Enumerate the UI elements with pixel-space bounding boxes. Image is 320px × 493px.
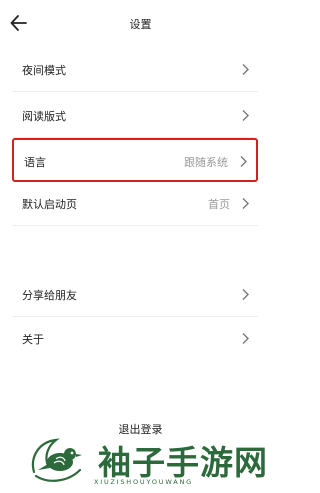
page-title: 设置 [129,18,152,31]
section-divider [0,226,281,271]
settings-item-night-mode[interactable]: 夜间模式 [12,48,258,92]
settings-item-label: 默认启动页 [22,198,77,211]
settings-item-label: 关于 [22,333,44,346]
settings-item-label: 分享给朋友 [22,289,77,302]
chevron-right-icon [242,333,249,344]
watermark-subtitle: XIUZISHOUYOUWANG [94,478,193,486]
settings-item-default-start-page[interactable]: 默认启动页 首页 [12,182,258,226]
settings-item-share[interactable]: 分享给朋友 [12,273,258,317]
chevron-right-icon [242,198,249,209]
watermark: 袖子手游网 XIUZISHOUYOUWANG [28,426,278,490]
chevron-right-icon [242,64,249,75]
chevron-right-icon [242,289,249,300]
settings-item-value: 首页 [208,198,230,211]
settings-item-reading-layout[interactable]: 阅读版式 [12,94,258,138]
chevron-right-icon [242,110,249,121]
settings-item-label: 语言 [24,156,46,169]
settings-item-label: 阅读版式 [22,110,66,123]
settings-item-language[interactable]: 语言 跟随系统 [12,138,258,182]
settings-item-about[interactable]: 关于 [12,317,258,361]
settings-item-label: 夜间模式 [22,64,66,77]
settings-item-value: 跟随系统 [184,156,228,169]
header-bar: 设置 [0,0,281,48]
bird-logo-icon [31,438,82,482]
watermark-title: 袖子手游网 [98,443,268,482]
chevron-right-icon [240,156,247,167]
